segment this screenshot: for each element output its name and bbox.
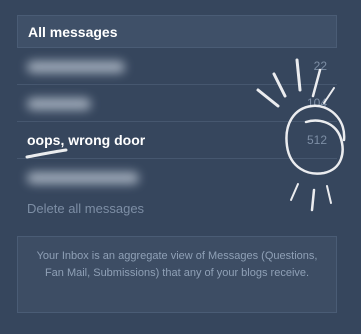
- message-row[interactable]: [17, 159, 337, 196]
- message-title: oops, wrong door: [27, 132, 146, 148]
- message-row[interactable]: oops, wrong door 512: [17, 122, 337, 159]
- redacted-title: [27, 98, 91, 110]
- inbox-panel: All messages 22 104 oops, wrong door 512…: [17, 15, 337, 216]
- inbox-info-box: Your Inbox is an aggregate view of Messa…: [17, 236, 337, 313]
- redacted-title: [27, 61, 125, 73]
- delete-all-messages-link[interactable]: Delete all messages: [27, 201, 144, 216]
- inbox-header: All messages: [17, 15, 337, 48]
- redacted-title: [27, 172, 139, 184]
- message-count: 512: [306, 133, 327, 147]
- message-count: 22: [313, 59, 327, 73]
- message-row[interactable]: 22: [17, 48, 337, 85]
- message-count: 104: [306, 96, 327, 110]
- message-row[interactable]: 104: [17, 85, 337, 122]
